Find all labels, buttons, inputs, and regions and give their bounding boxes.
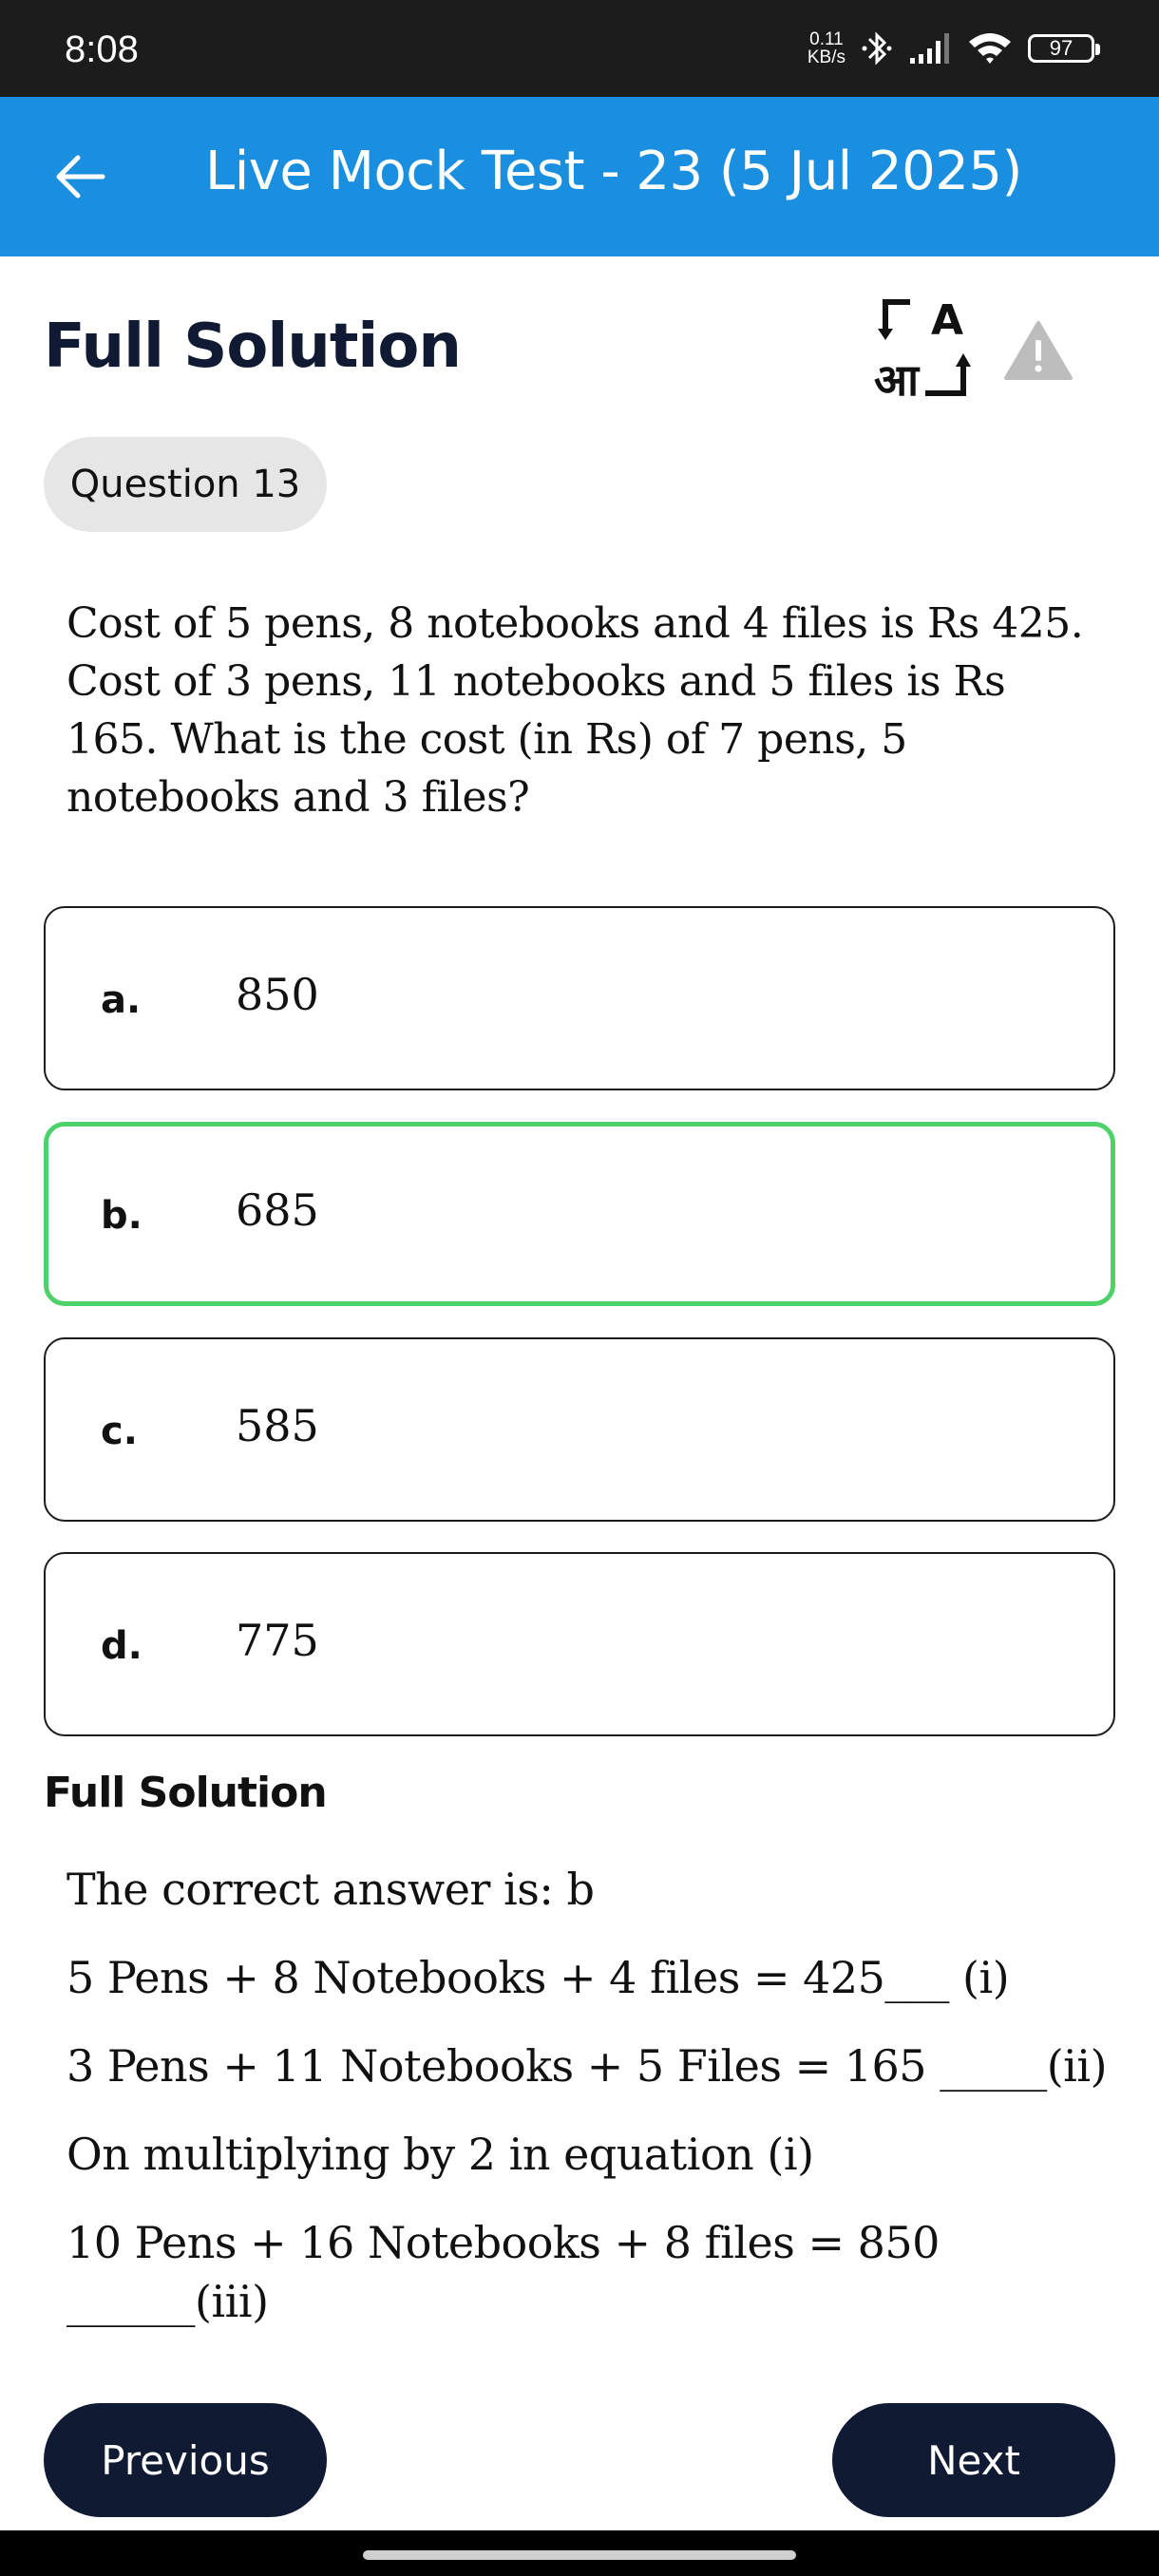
status-time: 8:08 <box>65 28 139 70</box>
battery-indicator: 97 <box>1028 34 1100 63</box>
option-letter: b. <box>101 1194 142 1238</box>
network-speed: 0.11 KB/s <box>807 29 846 67</box>
solution-line: 5 Pens + 8 Notebooks + 4 files = 425___ … <box>66 1952 1010 2003</box>
wifi-icon <box>969 33 1011 64</box>
arrow-left-icon <box>56 155 105 199</box>
option-d[interactable]: d. 775 <box>44 1552 1115 1736</box>
translate-button[interactable]: A आ <box>872 293 977 407</box>
option-value: 585 <box>236 1400 319 1451</box>
solution-heading: Full Solution <box>44 1769 328 1817</box>
gesture-navigation-bar <box>0 2530 1159 2576</box>
option-a[interactable]: a. 850 <box>44 906 1115 1090</box>
signal-icon <box>910 33 949 64</box>
bluetooth-icon <box>862 31 892 66</box>
option-c[interactable]: c. 585 <box>44 1337 1115 1522</box>
home-gesture-handle[interactable] <box>363 2550 796 2560</box>
question-number-chip: Question 13 <box>44 437 327 532</box>
option-letter: c. <box>101 1410 138 1453</box>
svg-text:A: A <box>931 296 963 345</box>
option-value: 850 <box>236 969 319 1020</box>
option-b-correct[interactable]: b. 685 <box>44 1122 1115 1306</box>
solution-line: ______(iii) <box>66 2276 269 2327</box>
previous-button[interactable]: Previous <box>44 2403 327 2517</box>
back-button[interactable] <box>42 139 118 215</box>
translate-icon: A आ <box>874 296 971 406</box>
solution-line: 10 Pens + 16 Notebooks + 8 files = 850 <box>66 2217 940 2268</box>
status-bar: 8:08 0.11 KB/s 97 <box>0 0 1159 97</box>
solution-line: The correct answer is: b <box>66 1864 595 1915</box>
solution-line: On multiplying by 2 in equation (i) <box>66 2129 814 2180</box>
option-letter: a. <box>101 978 142 1022</box>
page-title: Full Solution <box>44 312 462 382</box>
scroll-fade <box>0 2359 1159 2397</box>
question-text: Cost of 5 pens, 8 notebooks and 4 files … <box>66 599 1084 822</box>
option-value: 775 <box>236 1615 319 1666</box>
solution-line: 3 Pens + 11 Notebooks + 5 Files = 165 __… <box>66 2040 1108 2092</box>
option-letter: d. <box>101 1624 142 1668</box>
status-icons: 0.11 KB/s 97 <box>807 25 1100 72</box>
app-bar: Live Mock Test - 23 (5 Jul 2025) <box>0 97 1159 256</box>
svg-text:आ: आ <box>874 354 921 406</box>
app-bar-title: Live Mock Test - 23 (5 Jul 2025) <box>205 141 1022 202</box>
report-button[interactable] <box>1003 319 1074 382</box>
next-button[interactable]: Next <box>832 2403 1115 2517</box>
option-value: 685 <box>236 1184 319 1236</box>
warning-triangle-icon <box>1004 321 1073 380</box>
